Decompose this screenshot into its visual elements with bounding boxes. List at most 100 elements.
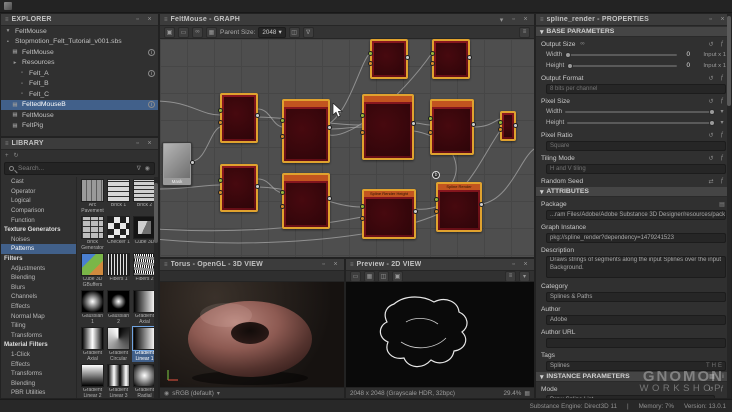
library-item[interactable]: Gradient Linear 2 <box>80 364 105 398</box>
library-category[interactable]: Blending <box>1 273 76 283</box>
node-output-dot[interactable] <box>411 120 416 126</box>
node-input-dot[interactable] <box>428 115 433 121</box>
view2d-canvas[interactable] <box>346 282 534 387</box>
library-category[interactable]: Cast <box>1 177 76 187</box>
node-output-dot[interactable] <box>327 195 332 201</box>
function-icon[interactable]: ƒ <box>718 178 726 184</box>
graph-node[interactable] <box>368 39 410 79</box>
height-value[interactable]: 0 <box>680 62 690 69</box>
filter-icon[interactable]: ∇ <box>302 26 314 38</box>
node-input-dot[interactable] <box>434 209 439 215</box>
close-icon[interactable]: × <box>145 16 154 23</box>
node-input-dot[interactable] <box>280 203 285 209</box>
library-category[interactable]: Material Filters <box>1 340 76 350</box>
library-category[interactable]: Filters <box>1 254 76 264</box>
node-input-dot[interactable] <box>218 178 223 184</box>
library-item[interactable]: Arc Pavement <box>80 179 105 214</box>
new-item-icon[interactable]: + <box>5 153 9 159</box>
pin-icon[interactable]: ▾ <box>497 16 506 24</box>
author-url-value[interactable] <box>546 337 726 348</box>
graph-node[interactable] <box>280 173 332 229</box>
float-icon[interactable]: ▫ <box>133 16 142 23</box>
node-input-dot[interactable] <box>360 130 365 136</box>
channels-icon[interactable]: ◫ <box>378 270 389 282</box>
pixel-ratio-value[interactable]: Square <box>546 140 726 151</box>
pause-engine-icon[interactable]: ◫ <box>288 26 300 38</box>
library-category[interactable]: Channels <box>1 292 76 302</box>
library-scrollbar[interactable] <box>154 177 158 398</box>
tags-value[interactable]: Splines <box>546 360 726 371</box>
node-input-dot[interactable] <box>360 113 365 119</box>
home-icon[interactable]: ▣ <box>164 26 175 38</box>
reset-icon[interactable]: ↺ <box>707 41 715 48</box>
library-item[interactable]: Gradient Circular <box>106 327 131 362</box>
library-category[interactable]: Function <box>1 215 76 225</box>
library-item[interactable]: Fibers 1 <box>106 253 131 288</box>
node-input-dot[interactable] <box>218 190 223 196</box>
height-slider[interactable] <box>567 62 677 69</box>
graph-node[interactable] <box>498 111 518 141</box>
explorer-row[interactable]: ▸ Resources i <box>1 58 158 69</box>
reset-icon[interactable]: ↺ <box>707 386 715 393</box>
graph-options-icon[interactable]: ≡ <box>519 26 530 38</box>
stepper-icon[interactable]: ▾ <box>718 119 726 126</box>
graph-node[interactable] <box>360 94 416 160</box>
zoom-grid-icon[interactable]: ▦ <box>524 390 530 397</box>
reset-icon[interactable]: ↺ <box>707 98 715 105</box>
float-icon[interactable]: ▫ <box>706 16 715 23</box>
options-icon[interactable]: ▾ <box>519 270 530 282</box>
library-category[interactable]: Transforms <box>1 331 76 341</box>
explorer-row[interactable]: ▫ Felt_C i <box>1 89 158 100</box>
float-icon[interactable]: ▫ <box>133 140 142 147</box>
node-input-dot[interactable] <box>218 107 223 113</box>
explorer-row[interactable]: ▪ Stopmotion_Felt_Tutorial_v001.sbs i <box>1 37 158 48</box>
close-icon[interactable]: × <box>331 261 340 268</box>
close-icon[interactable]: × <box>145 140 154 147</box>
graph-node[interactable]: Spline Render Height <box>360 189 418 239</box>
node-input-dot[interactable] <box>360 203 365 209</box>
width-slider[interactable] <box>565 51 677 58</box>
library-category[interactable]: Noises <box>1 235 76 245</box>
explorer-row[interactable]: ▦ FeltPig i <box>1 121 158 132</box>
explorer-row[interactable]: ▦ FeltedMouseB i <box>1 99 158 110</box>
graph-node[interactable] <box>218 93 260 143</box>
node-input-dot[interactable] <box>280 189 285 195</box>
library-category[interactable]: Logical <box>1 196 76 206</box>
library-category[interactable]: Blending <box>1 378 76 388</box>
node-input-dot[interactable] <box>428 129 433 135</box>
node-input-dot[interactable] <box>280 117 285 123</box>
width-mode[interactable]: Input x 1 <box>693 52 726 58</box>
panel-drag-icon[interactable]: ≡ <box>350 262 354 268</box>
parent-size-select[interactable]: 2048 ▾ <box>258 26 286 38</box>
section-instance-parameters[interactable]: ▾ INSTANCE PARAMETERS ▤ i <box>536 371 731 382</box>
graph-node[interactable] <box>428 99 476 155</box>
node-input-dot[interactable] <box>360 216 365 222</box>
explorer-row[interactable]: ▫ Felt_A i <box>1 68 158 79</box>
library-category[interactable]: Transforms <box>1 369 76 379</box>
float-icon[interactable]: ▫ <box>319 261 328 268</box>
library-category[interactable]: Effects <box>1 359 76 369</box>
panel-drag-icon[interactable]: ≡ <box>5 141 9 147</box>
graph-node[interactable] <box>280 99 332 163</box>
properties-scrollbar[interactable] <box>727 14 731 398</box>
folder-icon[interactable]: ▤ <box>718 201 726 208</box>
library-category[interactable]: Effects <box>1 302 76 312</box>
graph-canvas[interactable]: Spline Render Height Spline Render Mask … <box>160 39 534 257</box>
link-icon[interactable]: ∞ <box>578 41 586 47</box>
info-icon[interactable]: i <box>148 69 155 77</box>
function-icon[interactable]: ƒ <box>718 155 726 161</box>
reset-icon[interactable]: ↺ <box>707 75 715 82</box>
library-category[interactable]: 1-Click <box>1 350 76 360</box>
library-category[interactable]: Comparison <box>1 206 76 216</box>
library-category[interactable]: PBR Utilities <box>1 388 76 398</box>
library-category[interactable]: Tiling <box>1 321 76 331</box>
function-icon[interactable]: ƒ <box>718 98 726 104</box>
close-icon[interactable]: × <box>521 261 530 268</box>
explorer-row[interactable]: ▦ FeltMouse i <box>1 47 158 58</box>
pixel-width-slider[interactable] <box>565 108 715 115</box>
function-icon[interactable]: ƒ <box>718 75 726 81</box>
reset-icon[interactable]: ↺ <box>707 132 715 139</box>
library-category[interactable]: Adjustments <box>1 263 76 273</box>
height-mode[interactable]: Input x 1 <box>693 63 726 69</box>
presets-icon[interactable]: ▤ <box>708 373 716 380</box>
